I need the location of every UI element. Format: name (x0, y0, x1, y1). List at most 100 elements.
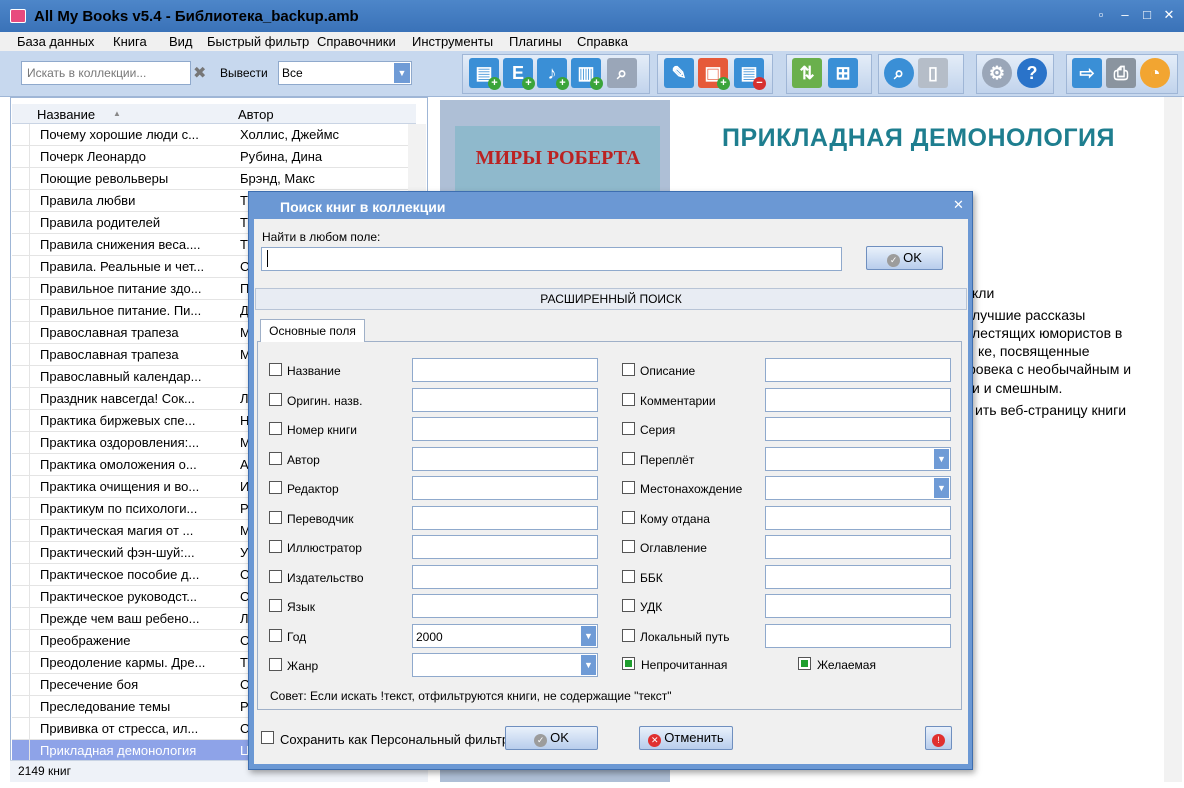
field-checkbox[interactable] (622, 510, 635, 524)
check-icon: ✓ (534, 734, 548, 747)
add-by-barcode-icon[interactable]: ▥ + (571, 58, 603, 90)
field-checkbox[interactable] (622, 392, 635, 406)
field-checkbox[interactable] (622, 363, 635, 376)
field-label: УДК (640, 600, 663, 614)
field-checkbox[interactable] (622, 451, 635, 465)
field-input[interactable] (765, 594, 951, 618)
maximize-button[interactable]: □ (1136, 4, 1158, 26)
ok-button[interactable]: ✓ OK (505, 726, 598, 750)
field-checkbox[interactable] (269, 363, 282, 376)
field-input[interactable] (412, 564, 598, 589)
book-name-cell: Практический фэн-шуй:... (40, 545, 195, 560)
edit-book-icon[interactable]: ✎ (664, 58, 694, 88)
output-select[interactable]: Все ▼ (278, 61, 412, 85)
find-ok-button[interactable]: ✓ OK (866, 246, 943, 270)
field-checkbox[interactable] (269, 599, 282, 612)
add-ebook-icon[interactable]: E + (503, 58, 535, 90)
field-input[interactable] (412, 417, 598, 441)
add-audiobook-icon[interactable]: ♪ + (537, 58, 569, 90)
field-checkbox[interactable] (622, 599, 635, 612)
field-input[interactable] (412, 358, 598, 382)
field-input[interactable]: ▼ (765, 446, 951, 471)
menu-plugins[interactable]: Плагины (509, 34, 562, 49)
field-input[interactable] (765, 535, 951, 559)
delete-book-icon[interactable]: ▤ − (734, 58, 766, 90)
field-checkbox[interactable] (269, 392, 282, 406)
detail-scrollbar[interactable] (1164, 97, 1182, 782)
export-icon[interactable]: ⇨ (1072, 58, 1102, 88)
cancel-button[interactable]: ✕ Отменить (639, 726, 733, 750)
table-row[interactable]: Почему хорошие люди с... Холлис, Джеймс (12, 124, 408, 146)
statistics-pie-icon[interactable]: ◔ (1140, 58, 1170, 88)
unread-checkbox[interactable] (622, 657, 635, 670)
menu-references[interactable]: Справочники (317, 34, 396, 49)
wanted-checkbox[interactable] (798, 657, 811, 670)
edit-cover-icon[interactable]: ▣ + (698, 58, 730, 90)
column-header-author[interactable]: Автор (238, 107, 274, 122)
field-input[interactable] (412, 446, 598, 471)
web-page-link[interactable]: ить веб-страницу книги (975, 402, 1126, 418)
field-input[interactable] (412, 505, 598, 530)
menu-database[interactable]: База данных (17, 34, 94, 49)
search-icon[interactable]: ⌕ (884, 58, 914, 88)
field-checkbox[interactable] (269, 422, 282, 435)
menu-book[interactable]: Книга (113, 34, 147, 49)
advanced-search-bar[interactable]: РАСШИРЕННЫЙ ПОИСК (255, 288, 967, 310)
field-input[interactable] (765, 417, 951, 441)
row-gutter (12, 322, 30, 344)
field-input[interactable] (765, 387, 951, 412)
field-checkbox[interactable] (269, 451, 282, 465)
print-icon[interactable]: ⎙ (1106, 58, 1136, 88)
book-view-icon[interactable]: ▯ (918, 58, 948, 88)
field-checkbox[interactable] (269, 540, 282, 553)
add-book-icon[interactable]: ▤ + (469, 58, 501, 90)
field-input[interactable] (765, 505, 951, 530)
book-author-cell: Брэнд, Макс (240, 171, 315, 186)
field-input[interactable] (765, 623, 951, 648)
tab-main-fields[interactable]: Основные поля (260, 319, 365, 342)
dialog-title: Поиск книг в коллекции (280, 199, 446, 215)
field-checkbox[interactable] (622, 481, 635, 494)
clear-search-icon[interactable]: ✖ (193, 63, 206, 83)
field-input[interactable] (412, 535, 598, 559)
column-header-name[interactable]: Название (37, 107, 95, 122)
search-input[interactable]: Искать в коллекции... (21, 61, 191, 85)
field-input[interactable] (412, 387, 598, 412)
field-input[interactable]: 2000 ▼ (412, 623, 598, 648)
minimize-small-icon[interactable]: ▫ (1090, 4, 1112, 26)
field-checkbox[interactable] (269, 481, 282, 494)
help-icon[interactable]: ? (1017, 58, 1047, 88)
field-checkbox[interactable] (269, 510, 282, 524)
field-input[interactable] (412, 476, 598, 500)
minimize-button[interactable]: – (1114, 4, 1136, 26)
field-checkbox[interactable] (622, 569, 635, 583)
find-any-field-input[interactable] (261, 247, 842, 271)
field-checkbox[interactable] (622, 540, 635, 553)
tree-view-icon[interactable]: ⊞ (828, 58, 858, 88)
field-checkbox[interactable] (622, 422, 635, 435)
gear-icon[interactable]: ⚙ (982, 58, 1012, 88)
sort-icon[interactable]: ⇅ (792, 58, 822, 88)
search-online-icon[interactable]: ⌕ (607, 58, 637, 88)
menu-view[interactable]: Вид (169, 34, 193, 49)
field-checkbox[interactable] (269, 658, 282, 671)
menu-tools[interactable]: Инструменты (412, 34, 493, 49)
field-input[interactable] (412, 594, 598, 618)
close-button[interactable]: ✕ (1158, 4, 1180, 26)
field-checkbox[interactable] (622, 628, 635, 642)
save-filter-checkbox[interactable] (261, 731, 274, 744)
field-input[interactable] (765, 358, 951, 382)
field-input[interactable] (765, 564, 951, 589)
book-name-cell: Православная трапеза (40, 347, 179, 362)
field-input[interactable]: ▼ (412, 653, 598, 677)
dialog-help-button[interactable]: ! (925, 726, 952, 750)
field-input[interactable]: ▼ (765, 476, 951, 500)
menu-help[interactable]: Справка (577, 34, 628, 49)
table-row[interactable]: Поющие револьверы Брэнд, Макс (12, 168, 408, 190)
field-checkbox[interactable] (269, 569, 282, 583)
menu-quick-filter[interactable]: Быстрый фильтр (207, 34, 309, 49)
close-icon[interactable]: ✕ (953, 197, 964, 213)
row-gutter (12, 432, 30, 454)
table-row[interactable]: Почерк Леонардо Рубина, Дина (12, 146, 408, 168)
field-checkbox[interactable] (269, 628, 282, 642)
